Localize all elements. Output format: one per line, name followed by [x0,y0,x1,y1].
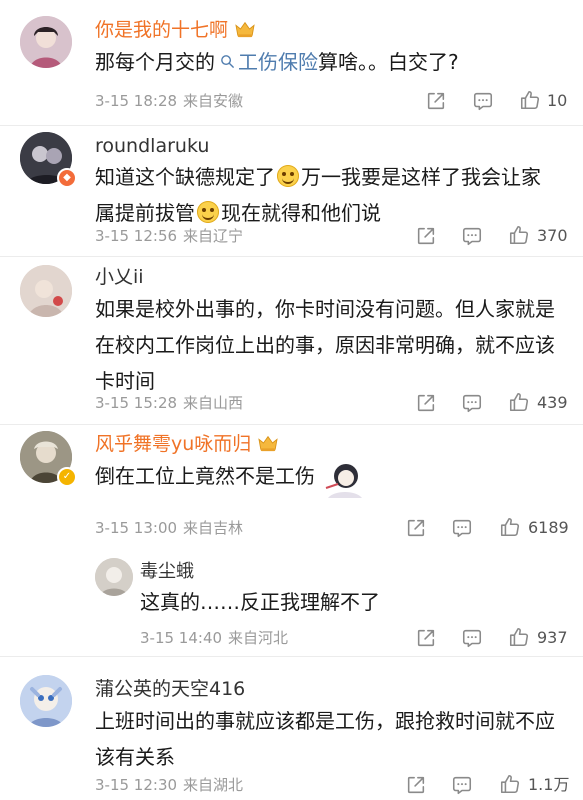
vip-crown-icon [234,20,256,38]
like-count: 6189 [528,518,569,537]
anime-sticker-icon [325,464,362,498]
comment-meta: 3-15 18:28 来自安徽 [95,91,243,111]
like-icon[interactable] [519,88,541,112]
avatar[interactable] [20,16,72,68]
comment-date: 3-15 18:28 [95,92,178,110]
share-icon[interactable] [405,773,427,797]
share-icon[interactable] [425,89,447,113]
comment-icon[interactable] [451,773,473,797]
share-icon[interactable] [415,224,437,248]
comment-text: 倒在工位上竟然不是工伤 [95,464,315,488]
comment-location: 来自湖北 [183,776,244,794]
like-icon[interactable] [508,390,530,414]
comment-meta: 3-15 15:28 来自山西 [95,393,243,413]
comment-text: 那每个月交的 工伤保险算啥。。白交了? [95,50,459,74]
comment-icon[interactable] [461,391,483,415]
comment-location: 来自山西 [183,394,244,412]
reply-item: 毒尘蛾 这真的……反正我理解不了 3-15 14:40 来自河北 937 [0,555,583,655]
username[interactable]: 蒲公英的天空416 [95,677,245,701]
username[interactable]: roundlaruku [95,134,209,158]
like-icon[interactable] [499,515,521,539]
share-icon[interactable] [415,391,437,415]
like-count: 10 [547,91,568,110]
comment-location: 来自河北 [228,629,289,647]
comment-meta: 3-15 13:00 来自吉林 [95,518,243,538]
username[interactable]: 小乂ii [95,265,144,289]
smile-emoji-icon [197,201,219,223]
comment-meta: 3-15 12:56 来自辽宁 [95,226,243,246]
avatar[interactable] [95,558,133,596]
comment-item: 你是我的十七啊 那每个月交的 工伤保险算啥。。白交了? 3-15 18:28 来自安… [0,0,583,125]
comment-location: 来自辽宁 [183,227,244,245]
verified-badge-icon: ✓ [57,467,77,487]
comment-location: 来自安徽 [183,92,244,110]
like-icon[interactable] [508,625,530,649]
verified-badge-icon: ◆ [57,168,77,188]
comment-item: ✓ 风乎舞雩yu咏而归 倒在工位上竟然不是工伤 3-15 13:00 来自吉林 6… [0,425,583,555]
comment-item: ◆ roundlaruku 知道这个缺德规定了 万一我要是这样了我会让家 属提前拔… [0,126,583,256]
username[interactable]: 风乎舞雩yu咏而归 [95,432,279,456]
comment-meta: 3-15 12:30 来自湖北 [95,775,243,795]
comment-date: 3-15 12:56 [95,227,178,245]
like-icon[interactable] [508,223,530,247]
comment-icon[interactable] [472,89,494,113]
comment-icon[interactable] [451,516,473,540]
comment-meta: 3-15 14:40 来自河北 [140,628,288,648]
like-count: 937 [537,628,568,647]
like-count: 1.1万 [528,775,570,794]
comment-icon[interactable] [461,224,483,248]
comment-icon[interactable] [461,626,483,650]
comment-text: 如果是校外出事的，你卡时间没有问题。但人家就是 在校内工作岗位上出的事，原因非常… [95,297,555,393]
like-count: 370 [537,226,568,245]
share-icon[interactable] [415,626,437,650]
like-count: 439 [537,393,568,412]
like-icon[interactable] [499,772,521,796]
comment-date: 3-15 15:28 [95,394,178,412]
comment-item: 小乂ii 如果是校外出事的，你卡时间没有问题。但人家就是 在校内工作岗位上出的事… [0,257,583,424]
username[interactable]: 你是我的十七啊 [95,18,256,42]
smile-emoji-icon [277,165,299,187]
avatar[interactable] [20,265,72,317]
comment-date: 3-15 13:00 [95,519,178,537]
avatar[interactable] [20,675,72,727]
comment-date: 3-15 14:40 [140,629,223,647]
comment-location: 来自吉林 [183,519,244,537]
comment-date: 3-15 12:30 [95,776,178,794]
topic-link[interactable]: 工伤保险 [215,50,318,74]
share-icon[interactable] [405,516,427,540]
comment-text: 知道这个缺德规定了 万一我要是这样了我会让家 属提前拔管 现在就得和他们说 [95,165,541,225]
comment-text: 上班时间出的事就应该都是工伤，跟抢救时间就不应 该有关系 [95,709,555,769]
comment-item: 蒲公英的天空416 上班时间出的事就应该都是工伤，跟抢救时间就不应 该有关系 3… [0,657,583,800]
comment-text: 这真的……反正我理解不了 [140,590,380,614]
username[interactable]: 毒尘蛾 [140,560,194,584]
search-icon [219,53,236,70]
vip-crown-icon [257,434,279,452]
